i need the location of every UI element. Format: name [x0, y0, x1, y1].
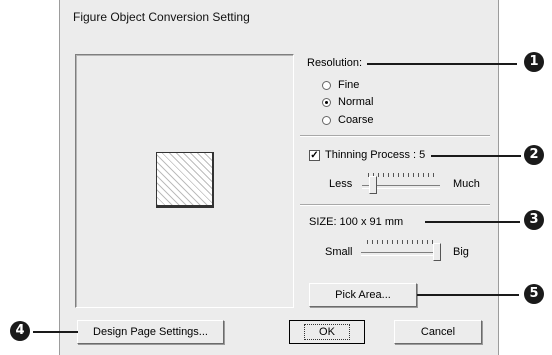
callout-marker-4: 4 [10, 321, 30, 341]
thinning-slider[interactable] [362, 173, 440, 195]
radio-coarse-indicator [322, 115, 331, 125]
separator [300, 135, 490, 137]
callout-marker-1: 1 [524, 52, 544, 72]
separator [300, 204, 490, 206]
slider-thumb[interactable] [433, 243, 441, 261]
size-slider[interactable] [361, 240, 441, 262]
ok-button-label: OK [304, 324, 350, 340]
cancel-button[interactable]: Cancel [394, 320, 482, 344]
callout-line-1 [367, 63, 517, 65]
resolution-label: Resolution: [307, 57, 363, 69]
radio-normal[interactable]: Normal [322, 96, 373, 108]
slider-thumb[interactable] [369, 176, 377, 194]
callout-marker-3: 3 [524, 210, 544, 230]
callout-marker-5: 5 [524, 284, 544, 304]
slider-ticks [367, 240, 435, 244]
dialog-title: Figure Object Conversion Setting [73, 10, 250, 24]
radio-coarse[interactable]: Coarse [322, 114, 373, 126]
callout-line-4 [33, 331, 78, 333]
pick-area-button[interactable]: Pick Area... [309, 283, 417, 307]
size-label: SIZE: 100 x 91 mm [309, 216, 404, 228]
design-page-settings-button[interactable]: Design Page Settings... [77, 320, 224, 344]
callout-line-3 [425, 221, 520, 223]
checkmark-icon: ✓ [309, 149, 320, 161]
ok-button[interactable]: OK [289, 320, 365, 344]
slider-ticks [368, 173, 434, 177]
callout-line-5 [417, 294, 519, 296]
radio-coarse-label: Coarse [338, 114, 374, 126]
callout-marker-2: 2 [524, 145, 544, 165]
thinning-min-label: Less [329, 178, 353, 190]
thinning-label: Thinning Process : 5 [325, 149, 426, 161]
thinning-checkbox[interactable]: ✓ Thinning Process : 5 [309, 149, 425, 161]
preview-figure [156, 152, 214, 208]
thinning-max-label: Much [453, 178, 480, 190]
radio-normal-indicator [322, 97, 331, 107]
radio-fine-indicator [322, 80, 331, 90]
radio-fine[interactable]: Fine [322, 79, 359, 91]
size-min-label: Small [325, 246, 353, 258]
conversion-dialog: Figure Object Conversion Setting Resolut… [59, 0, 499, 355]
preview-area [75, 54, 294, 308]
radio-normal-label: Normal [338, 96, 374, 108]
radio-fine-label: Fine [338, 79, 360, 91]
callout-line-2 [431, 155, 521, 157]
size-max-label: Big [453, 246, 469, 258]
slider-track [361, 252, 441, 256]
